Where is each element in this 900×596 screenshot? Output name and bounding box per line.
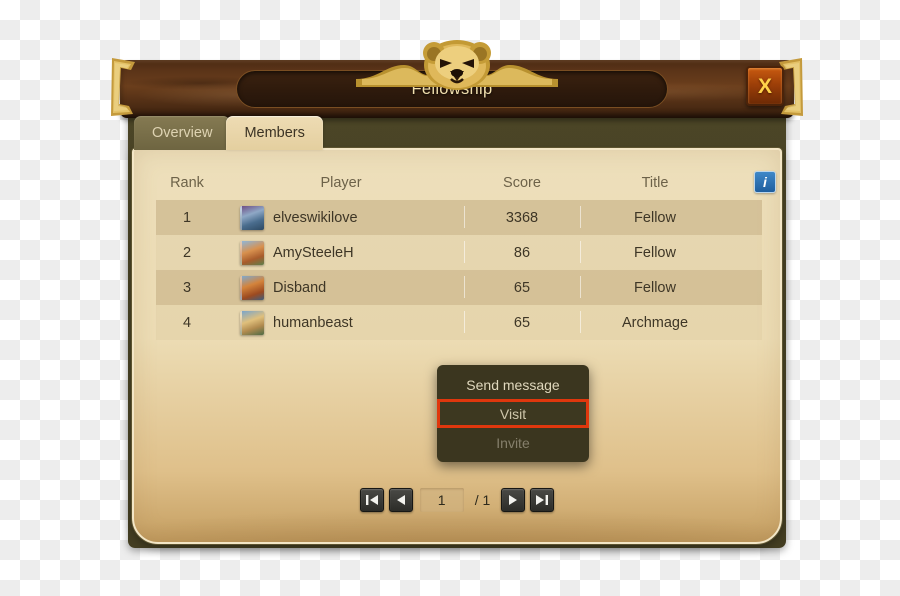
cell-player: elveswikilove (218, 205, 464, 230)
cell-player: humanbeast (218, 310, 464, 335)
column-header-player: Player (320, 175, 362, 191)
visit-label: Visit (499, 405, 527, 422)
cell-player: Disband (218, 275, 464, 300)
info-icon-label: i (763, 174, 767, 190)
first-page-button[interactable] (359, 488, 384, 512)
column-divider (464, 241, 465, 263)
tab-overview-label: Overview (152, 125, 213, 141)
table-header-row: Rank Player Score Title i (156, 166, 776, 200)
cell-score: 86 (513, 244, 531, 261)
column-divider (580, 311, 581, 333)
cell-rank: 4 (182, 314, 192, 331)
cell-score: 65 (513, 314, 531, 331)
avatar (240, 275, 264, 300)
total-pages-label: / 1 (474, 492, 491, 508)
close-icon: X (757, 74, 772, 98)
avatar (240, 205, 264, 230)
previous-page-icon (396, 495, 405, 505)
tab-members[interactable]: Members (226, 116, 323, 150)
context-menu-item-invite: Invite (437, 429, 589, 456)
avatar (240, 310, 264, 335)
title-plaque: Fellowship (236, 70, 668, 108)
cell-score: 3368 (505, 209, 539, 226)
next-page-button[interactable] (501, 488, 526, 512)
context-menu-item-send-message[interactable]: Send message (437, 371, 589, 398)
column-divider (580, 276, 581, 298)
members-table: Rank Player Score Title i 1 elveswikilov… (156, 166, 776, 340)
column-header-score: Score (503, 175, 541, 191)
cell-title: Fellow (634, 279, 676, 296)
previous-page-button[interactable] (388, 488, 413, 512)
cell-title: Archmage (621, 314, 689, 331)
avatar (240, 240, 264, 265)
column-divider (580, 206, 581, 228)
tab-bar: Overview Members (134, 116, 323, 150)
cell-title: Fellow (634, 209, 676, 226)
cell-rank: 3 (182, 279, 192, 296)
page-title: Fellowship (411, 79, 493, 98)
column-header-rank: Rank (170, 175, 204, 191)
player-context-menu: Send message Visit Invite (437, 365, 589, 462)
cell-rank: 2 (182, 244, 192, 261)
tab-members-label: Members (244, 125, 305, 141)
player-name: elveswikilove (273, 209, 358, 226)
cell-player: AmySteeleH (218, 240, 464, 265)
table-row[interactable]: 3 Disband 65 Fellow (156, 270, 762, 305)
cell-title: Fellow (634, 244, 676, 261)
cell-score: 65 (513, 279, 531, 296)
player-name: AmySteeleH (273, 244, 354, 261)
last-page-button[interactable] (530, 488, 555, 512)
table-row[interactable]: 2 AmySteeleH 86 Fellow (156, 235, 762, 270)
send-message-label: Send message (466, 376, 560, 393)
pagination-bar: / 1 (134, 488, 780, 512)
close-button[interactable]: X (746, 66, 784, 106)
column-divider (464, 206, 465, 228)
members-panel: Rank Player Score Title i 1 elveswikilov… (132, 148, 782, 544)
page-number-input[interactable] (419, 488, 464, 512)
fellowship-window: Fellowship X Overview Members Rank Playe… (111, 38, 803, 558)
column-header-title: Title (641, 175, 669, 191)
column-divider (464, 311, 465, 333)
column-divider (580, 241, 581, 263)
column-divider (464, 276, 465, 298)
info-icon[interactable]: i (754, 171, 776, 193)
cell-rank: 1 (182, 209, 192, 226)
player-name: Disband (273, 279, 327, 296)
next-page-icon (509, 495, 518, 505)
table-row[interactable]: 4 humanbeast 65 Archmage (156, 305, 762, 340)
context-menu-item-visit[interactable]: Visit (437, 399, 589, 428)
first-page-icon (365, 495, 378, 505)
player-name: humanbeast (273, 314, 353, 331)
invite-label: Invite (496, 434, 530, 451)
last-page-icon (536, 495, 549, 505)
table-row[interactable]: 1 elveswikilove 3368 Fellow (156, 200, 762, 235)
tab-overview[interactable]: Overview (134, 116, 231, 150)
